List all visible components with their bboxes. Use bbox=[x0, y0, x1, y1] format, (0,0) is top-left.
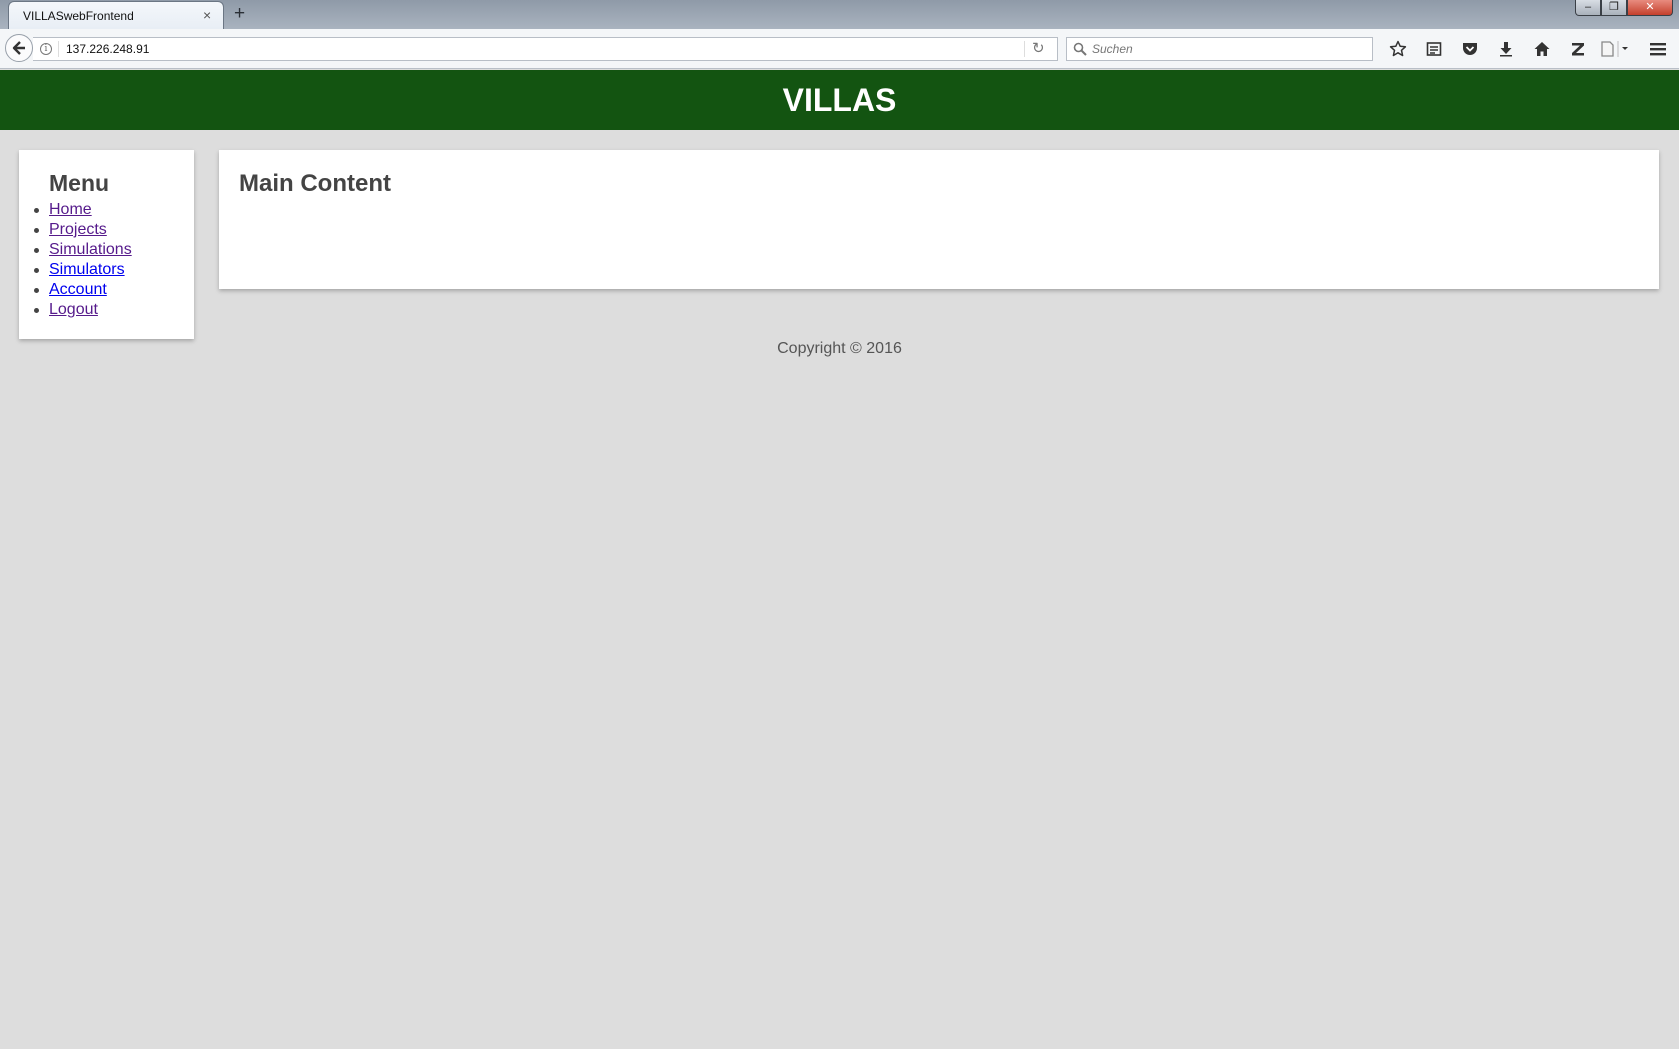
main-title: Main Content bbox=[239, 170, 391, 197]
menu-item-simulations: Simulations bbox=[34, 240, 132, 260]
menu-link-account[interactable]: Account bbox=[49, 281, 107, 298]
browser-tabbar: VILLASwebFrontend × + – ❐ ✕ bbox=[0, 0, 1679, 29]
page-menu-icon[interactable] bbox=[1596, 36, 1632, 62]
menu-item-projects: Projects bbox=[34, 220, 132, 240]
menu-link-home[interactable]: Home bbox=[49, 201, 92, 218]
site-info-icon[interactable]: i bbox=[40, 43, 52, 55]
download-icon[interactable] bbox=[1488, 36, 1524, 62]
minimize-button[interactable]: – bbox=[1575, 0, 1601, 16]
home-icon[interactable] bbox=[1524, 36, 1560, 62]
site-title: VILLAS bbox=[782, 81, 897, 118]
url-bar[interactable]: i 137.226.248.91 ↻ bbox=[33, 37, 1058, 61]
menu-link-projects[interactable]: Projects bbox=[49, 221, 107, 238]
reload-icon[interactable]: ↻ bbox=[1032, 41, 1045, 57]
site-header: VILLAS bbox=[0, 70, 1679, 130]
back-button[interactable] bbox=[5, 34, 33, 62]
menu-link-simulations[interactable]: Simulations bbox=[49, 241, 132, 258]
back-arrow-icon bbox=[12, 41, 25, 55]
close-tab-icon[interactable]: × bbox=[203, 7, 211, 23]
hamburger-menu-icon[interactable] bbox=[1645, 36, 1671, 62]
bookmarks-list-icon[interactable] bbox=[1416, 36, 1452, 62]
reload-divider bbox=[1024, 41, 1025, 57]
close-window-button[interactable]: ✕ bbox=[1627, 0, 1673, 16]
restore-button[interactable]: ❐ bbox=[1601, 0, 1627, 16]
url-divider bbox=[58, 41, 59, 57]
search-bar[interactable]: Suchen bbox=[1066, 37, 1373, 61]
search-icon bbox=[1073, 42, 1087, 56]
zotero-icon[interactable] bbox=[1560, 36, 1596, 62]
menu-item-simulators: Simulators bbox=[34, 260, 132, 280]
tab-title: VILLASwebFrontend bbox=[23, 9, 134, 23]
menu-link-simulators[interactable]: Simulators bbox=[49, 261, 125, 278]
url-text[interactable]: 137.226.248.91 bbox=[66, 42, 149, 56]
menu-list: Home Projects Simulations Simulators Acc… bbox=[34, 200, 132, 320]
window-controls: – ❐ ✕ bbox=[1575, 0, 1673, 16]
browser-navbar: i 137.226.248.91 ↻ Suchen bbox=[0, 29, 1679, 69]
menu-item-home: Home bbox=[34, 200, 132, 220]
sidebar-menu: Menu Home Projects Simulations Simulator… bbox=[19, 150, 194, 339]
menu-item-logout: Logout bbox=[34, 300, 132, 320]
pocket-icon[interactable] bbox=[1452, 36, 1488, 62]
bookmark-star-icon[interactable] bbox=[1380, 36, 1416, 62]
main-content-panel: Main Content bbox=[219, 150, 1659, 289]
menu-title: Menu bbox=[49, 170, 110, 196]
menu-link-logout[interactable]: Logout bbox=[49, 301, 98, 318]
footer-copyright: Copyright © 2016 bbox=[777, 340, 902, 357]
toolbar-icons bbox=[1380, 36, 1632, 62]
browser-tab[interactable]: VILLASwebFrontend × bbox=[8, 1, 224, 29]
search-placeholder: Suchen bbox=[1092, 42, 1133, 56]
new-tab-button[interactable]: + bbox=[234, 3, 245, 25]
menu-item-account: Account bbox=[34, 280, 132, 300]
